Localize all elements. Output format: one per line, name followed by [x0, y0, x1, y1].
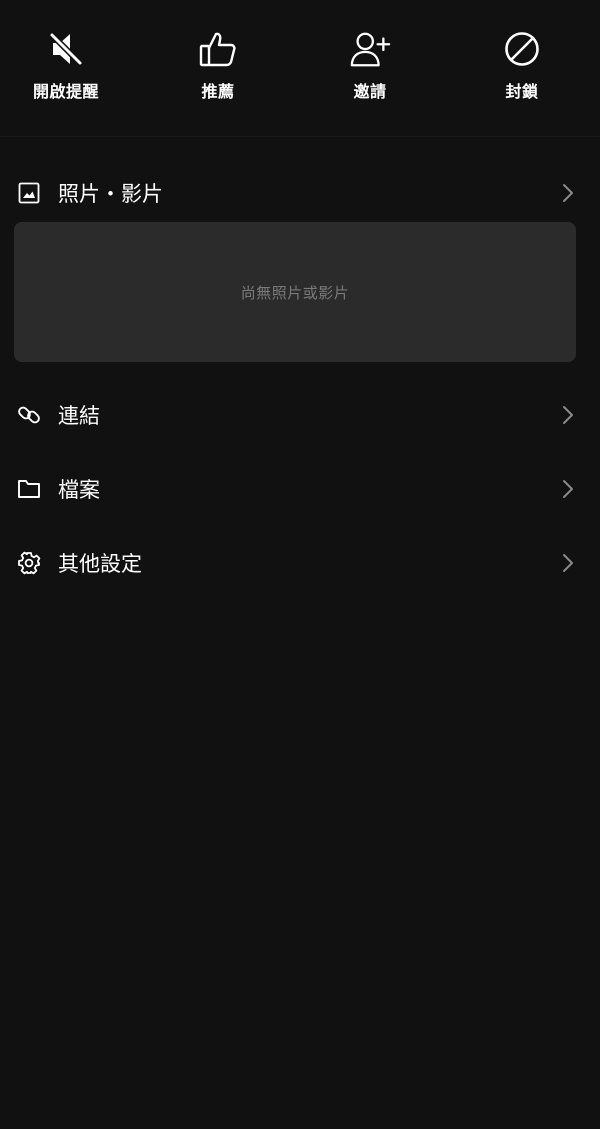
photos-videos-label: 照片・影片 [58, 182, 163, 206]
media-empty-panel: 尚無照片或影片 [14, 222, 576, 362]
chevron-right-icon [560, 553, 576, 573]
block-button[interactable]: 封鎖 [446, 0, 598, 136]
unmute-notifications-label: 開啟提醒 [32, 82, 99, 101]
block-label: 封鎖 [505, 82, 539, 101]
recommend-button[interactable]: 推薦 [142, 0, 294, 136]
files-label: 檔案 [58, 478, 100, 502]
invite-label: 邀請 [353, 82, 387, 101]
block-icon [501, 28, 543, 70]
chevron-right-icon [560, 405, 576, 425]
other-settings-label: 其他設定 [58, 552, 142, 576]
speaker-muted-icon [45, 28, 87, 70]
gear-icon [17, 551, 41, 575]
media-empty-text: 尚無照片或影片 [240, 283, 350, 302]
unmute-notifications-button[interactable]: 開啟提醒 [0, 0, 142, 136]
photos-videos-row[interactable]: 照片・影片 [0, 165, 600, 221]
links-label: 連結 [58, 404, 100, 428]
other-settings-row[interactable]: 其他設定 [0, 535, 600, 591]
chevron-right-icon [560, 479, 576, 499]
files-row[interactable]: 檔案 [0, 461, 600, 517]
invite-button[interactable]: 邀請 [294, 0, 446, 136]
image-icon [17, 181, 41, 205]
thumbs-up-icon [197, 28, 239, 70]
link-icon [17, 403, 41, 427]
links-row[interactable]: 連結 [0, 387, 600, 443]
folder-icon [17, 477, 41, 501]
top-action-bar: 開啟提醒 推薦 邀請 封鎖 [0, 0, 600, 137]
add-user-icon [349, 28, 391, 70]
recommend-label: 推薦 [201, 82, 235, 101]
chevron-right-icon [560, 183, 576, 203]
